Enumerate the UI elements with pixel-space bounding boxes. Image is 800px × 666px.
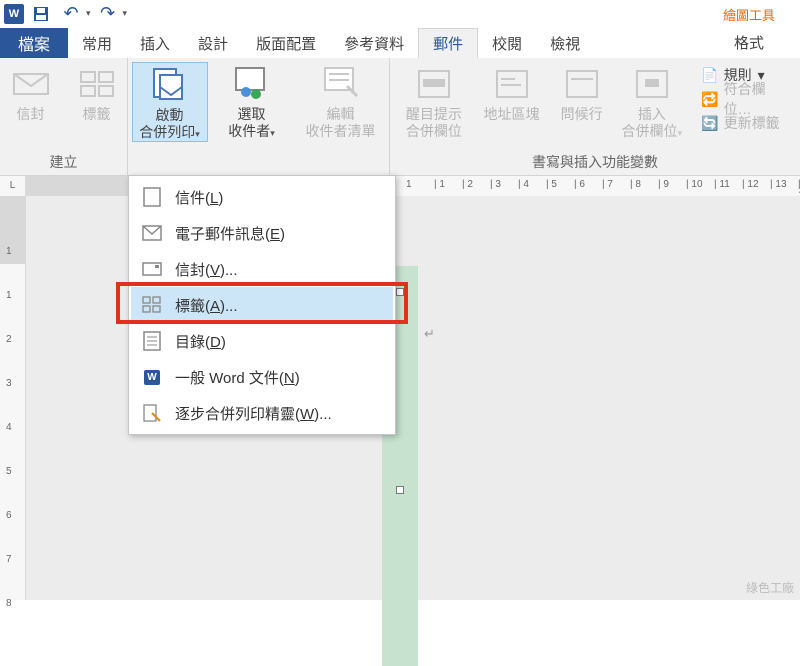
match-icon: 🔁 xyxy=(702,91,718,107)
rules-icon: 📄 xyxy=(702,67,718,83)
chevron-down-icon: ▾ xyxy=(678,128,683,138)
ribbon-tabstrip: 檔案 常用 插入 設計 版面配置 參考資料 郵件 校閱 檢視 繪圖工具 格式 xyxy=(0,28,800,58)
menu-item-letters[interactable]: 信件(L) xyxy=(131,179,393,215)
highlight-icon xyxy=(414,64,454,104)
tab-file[interactable]: 檔案 xyxy=(0,28,68,58)
directory-icon xyxy=(141,330,163,352)
watermark: 綠色工廠 xyxy=(746,579,794,596)
redo-button[interactable]: ↷ xyxy=(95,2,121,26)
menu-item-normal-document[interactable]: W 一般 Word 文件(N) xyxy=(131,359,393,395)
document-area: 112345678 ↵ xyxy=(0,196,800,600)
horizontal-ruler-row: L 1| 1| 2| 3| 4| 5| 6| 7| 8| 9| 10| 11| … xyxy=(0,176,800,196)
menu-item-envelopes[interactable]: 信封(V)... xyxy=(131,251,393,287)
wizard-icon xyxy=(141,402,163,424)
tab-view[interactable]: 檢視 xyxy=(536,28,594,58)
menu-item-wizard[interactable]: 逐步合併列印精靈(W)... xyxy=(131,395,393,431)
group-label-write: 書寫與插入功能變數 xyxy=(532,152,658,175)
group-write-insert: 醒目提示合併欄位 地址區塊 問候行 插入合併欄位▾ 📄規則▾ 🔁符合欄位… 🔄更… xyxy=(390,58,800,175)
update-labels-button: 🔄更新標籤 xyxy=(698,112,792,134)
labels-icon xyxy=(77,64,117,104)
start-mail-merge-button[interactable]: 啟動合併列印▾ xyxy=(132,62,208,142)
tab-insert[interactable]: 插入 xyxy=(126,28,184,58)
highlight-merge-fields-button: 醒目提示合併欄位 xyxy=(398,62,470,140)
tab-mailings[interactable]: 郵件 xyxy=(418,28,478,58)
ruler-corner: L xyxy=(0,176,26,196)
menu-item-directory[interactable]: 目錄(D) xyxy=(131,323,393,359)
select-recipients-button[interactable]: 選取收件者▾ xyxy=(214,62,290,142)
ribbon: 信封 標籤 建立 啟動合併列印▾ 選取收件者▾ xyxy=(0,58,800,176)
email-icon xyxy=(141,222,163,244)
insert-merge-field-button: 插入合併欄位▾ xyxy=(616,62,688,140)
tab-layout[interactable]: 版面配置 xyxy=(242,28,330,58)
envelope-icon xyxy=(11,64,51,104)
chevron-down-icon: ▾ xyxy=(270,128,275,138)
word-doc-icon: W xyxy=(141,366,163,388)
labels-icon xyxy=(141,294,163,316)
insert-field-icon xyxy=(632,64,672,104)
tab-design[interactable]: 設計 xyxy=(184,28,242,58)
contextual-tab-group: 繪圖工具 格式 xyxy=(704,0,794,56)
quick-access-toolbar: W ↶▾ ↷▾ xyxy=(0,0,800,28)
resize-handle[interactable] xyxy=(396,288,404,296)
start-mail-merge-menu: 信件(L) 電子郵件訊息(E) 信封(V)... 標籤(A)... 目錄(D) … xyxy=(128,175,396,435)
tab-references[interactable]: 參考資料 xyxy=(330,28,418,58)
update-icon: 🔄 xyxy=(702,115,718,131)
group-start-merge: 啟動合併列印▾ 選取收件者▾ 編輯收件者清單 xyxy=(128,58,390,175)
vertical-ruler[interactable]: 112345678 xyxy=(0,196,26,600)
match-fields-button: 🔁符合欄位… xyxy=(698,88,792,110)
envelope-icon xyxy=(141,258,163,280)
menu-item-email[interactable]: 電子郵件訊息(E) xyxy=(131,215,393,251)
chevron-down-icon: ▾ xyxy=(195,129,200,139)
tab-home[interactable]: 常用 xyxy=(68,28,126,58)
contextual-header: 繪圖工具 xyxy=(723,0,775,28)
save-button[interactable] xyxy=(28,2,54,26)
edit-list-icon xyxy=(321,64,361,104)
word-logo-icon: W xyxy=(4,4,24,24)
recipients-icon xyxy=(232,64,272,104)
address-block-button: 地址區塊 xyxy=(476,62,548,140)
start-merge-icon xyxy=(150,65,190,105)
greeting-icon xyxy=(562,64,602,104)
undo-button[interactable]: ↶ xyxy=(58,2,84,26)
group-label-create: 建立 xyxy=(50,152,78,175)
undo-dropdown-icon[interactable]: ▾ xyxy=(86,8,91,19)
greeting-line-button: 問候行 xyxy=(553,62,610,140)
tab-format[interactable]: 格式 xyxy=(734,28,764,56)
resize-handle[interactable] xyxy=(396,486,404,494)
envelopes-button: 信封 xyxy=(1,62,61,123)
group-create: 信封 標籤 建立 xyxy=(0,58,128,175)
labels-button: 標籤 xyxy=(67,62,127,123)
edit-recipients-button: 編輯收件者清單 xyxy=(296,62,386,142)
qat-customize-icon[interactable]: ▾ xyxy=(123,8,128,19)
menu-item-labels[interactable]: 標籤(A)... xyxy=(131,287,393,323)
letter-icon xyxy=(141,186,163,208)
address-icon xyxy=(492,64,532,104)
tab-review[interactable]: 校閱 xyxy=(478,28,536,58)
paragraph-mark-icon: ↵ xyxy=(424,326,435,342)
